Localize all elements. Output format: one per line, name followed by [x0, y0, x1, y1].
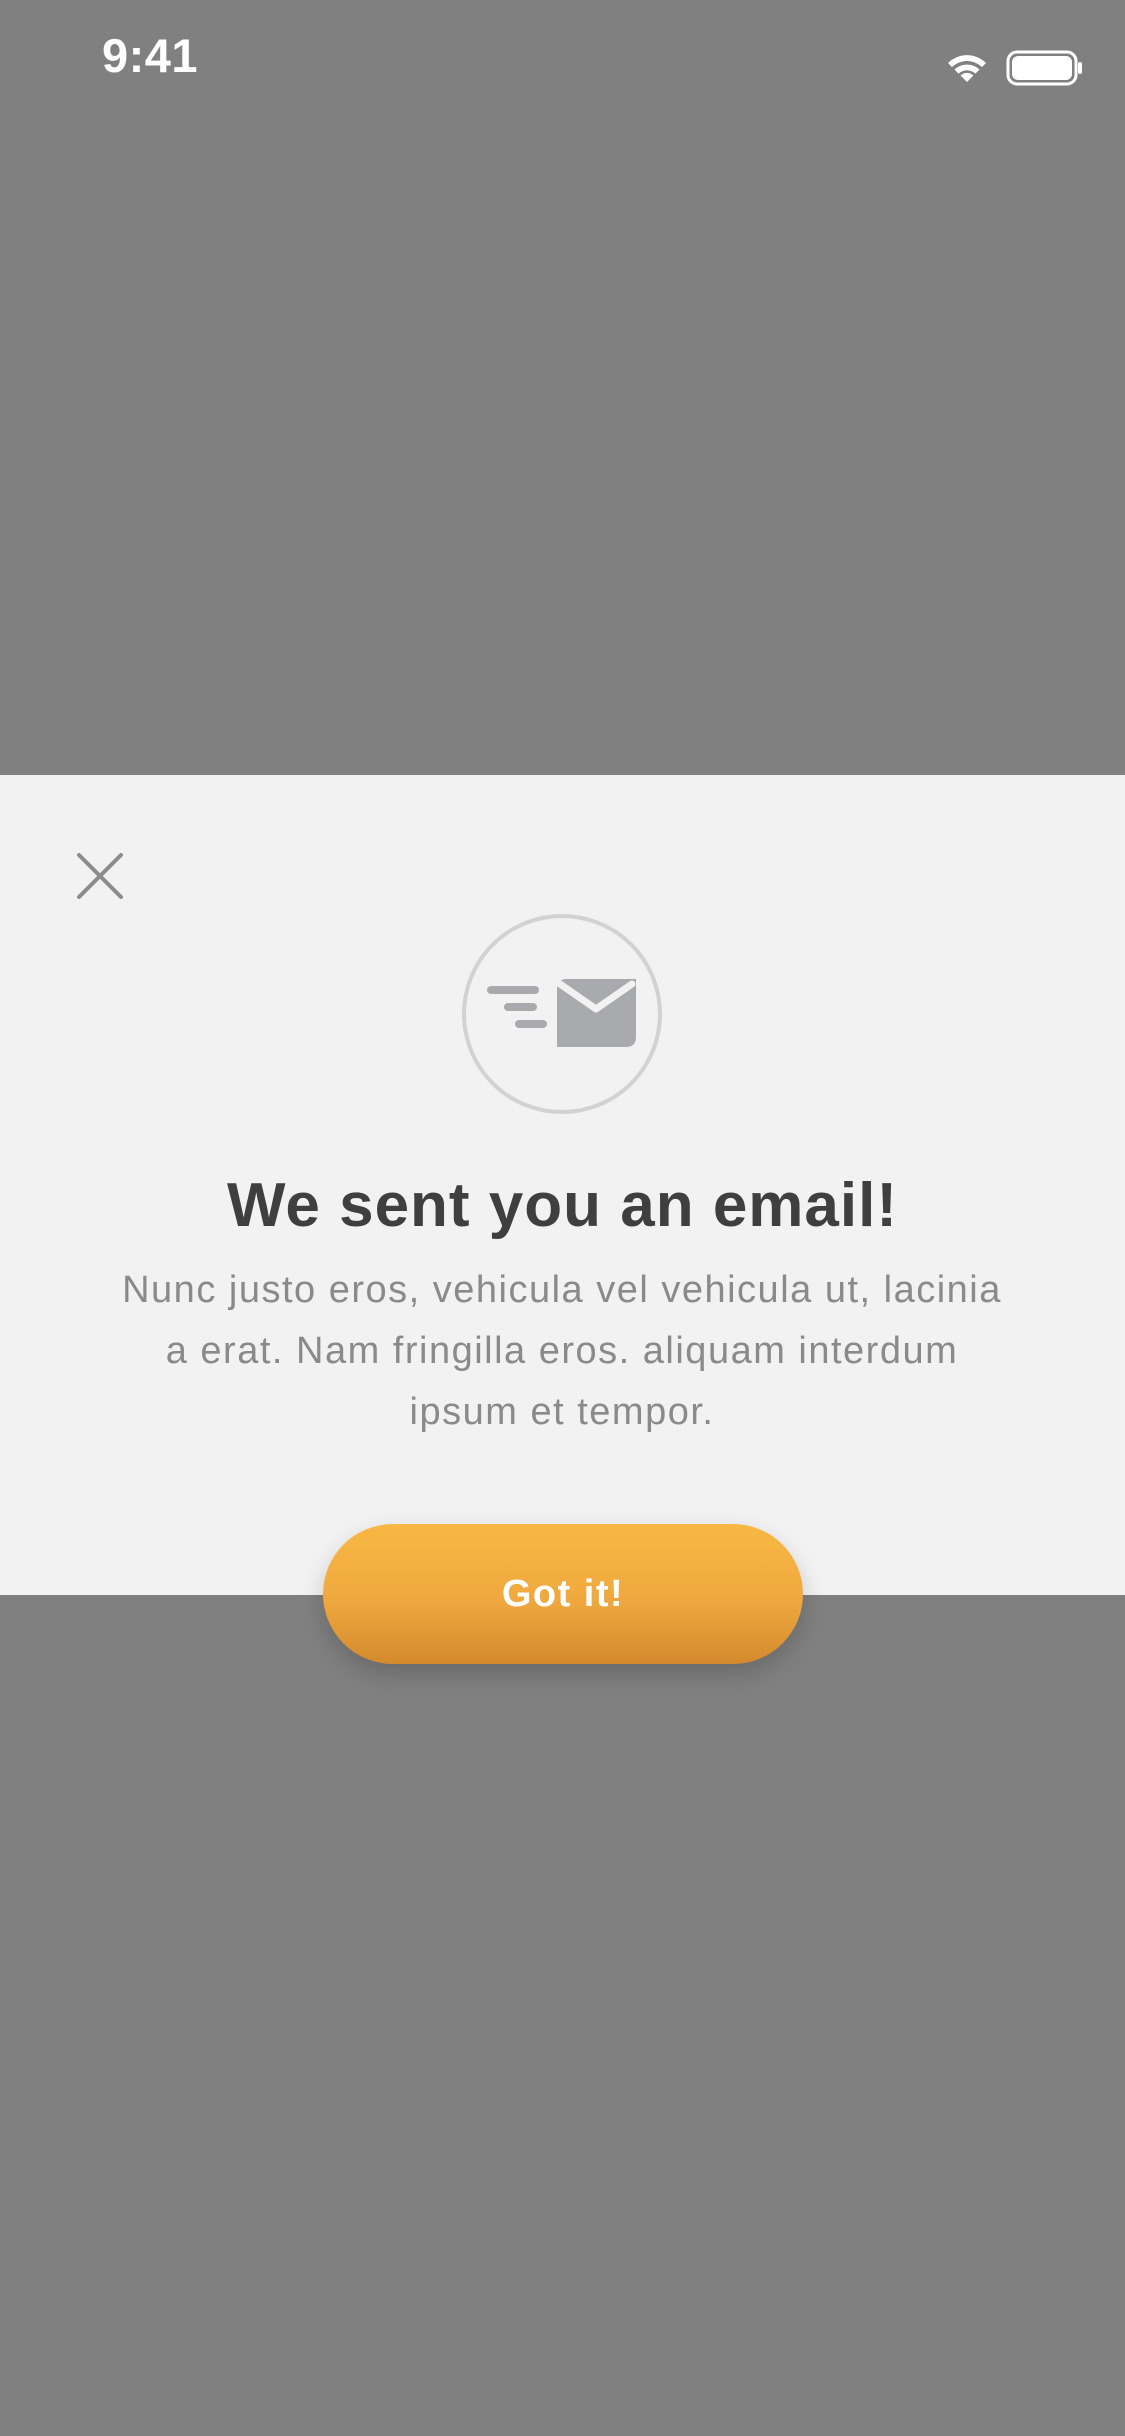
- status-bar: 9:41: [0, 0, 1125, 130]
- page-title: We sent you an email!: [226, 1171, 899, 1240]
- email-sent-icon: [462, 914, 662, 1114]
- modal-message: Nunc justo eros, vehicula vel vehicula u…: [122, 1269, 1002, 1433]
- close-icon[interactable]: [74, 850, 126, 902]
- status-time: 9:41: [102, 29, 199, 82]
- got-it-button[interactable]: Got it!: [323, 1524, 803, 1664]
- battery-icon: [1006, 50, 1082, 86]
- wifi-icon: [948, 55, 986, 82]
